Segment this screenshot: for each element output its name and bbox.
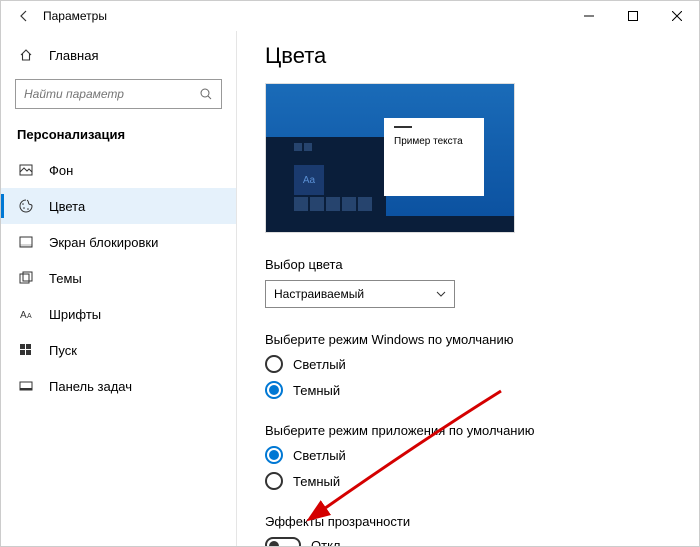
sidebar-item-fonts[interactable]: AA Шрифты — [1, 296, 236, 332]
radio-label: Светлый — [293, 357, 346, 372]
windows-mode-dark-radio[interactable]: Темный — [265, 381, 671, 399]
app-mode-dark-radio[interactable]: Темный — [265, 472, 671, 490]
sample-text-window: Пример текста — [384, 118, 484, 196]
sidebar-item-label: Фон — [49, 163, 73, 178]
color-choice-dropdown[interactable]: Настраиваемый — [265, 280, 455, 308]
radio-label: Светлый — [293, 448, 346, 463]
svg-text:A: A — [27, 313, 32, 320]
sidebar-item-label: Панель задач — [49, 379, 132, 394]
sidebar: Главная Персонализация Фон Цвета Экран б… — [1, 31, 237, 546]
sidebar-item-lockscreen[interactable]: Экран блокировки — [1, 224, 236, 260]
windows-mode-label: Выберите режим Windows по умолчанию — [265, 332, 671, 347]
sidebar-item-label: Шрифты — [49, 307, 101, 322]
page-heading: Цвета — [265, 43, 671, 69]
home-label: Главная — [49, 48, 98, 63]
transparency-toggle[interactable] — [265, 537, 301, 546]
transparency-state: Откл. — [311, 538, 344, 547]
home-link[interactable]: Главная — [1, 37, 236, 73]
radio-icon — [265, 472, 283, 490]
color-choice-label: Выбор цвета — [265, 257, 671, 272]
sidebar-item-themes[interactable]: Темы — [1, 260, 236, 296]
sample-text: Пример текста — [394, 136, 463, 147]
chevron-down-icon — [436, 289, 446, 299]
maximize-button[interactable] — [611, 1, 655, 31]
sidebar-item-taskbar[interactable]: Панель задач — [1, 368, 236, 404]
home-icon — [17, 48, 35, 62]
fonts-icon: AA — [17, 307, 35, 321]
taskbar-icon — [17, 379, 35, 393]
search-input[interactable] — [24, 87, 199, 101]
windows-mode-light-radio[interactable]: Светлый — [265, 355, 671, 373]
window-title: Параметры — [43, 9, 107, 23]
sidebar-item-colors[interactable]: Цвета — [1, 188, 236, 224]
color-preview: Aa Пример текста — [265, 83, 515, 233]
radio-label: Темный — [293, 474, 340, 489]
themes-icon — [17, 271, 35, 285]
radio-icon — [265, 355, 283, 373]
start-icon — [17, 343, 35, 357]
radio-icon — [265, 446, 283, 464]
sidebar-item-start[interactable]: Пуск — [1, 332, 236, 368]
section-title: Персонализация — [1, 121, 236, 152]
search-input-container[interactable] — [15, 79, 222, 109]
preview-aa-tile: Aa — [294, 165, 324, 195]
radio-label: Темный — [293, 383, 340, 398]
minimize-button[interactable] — [567, 1, 611, 31]
transparency-label: Эффекты прозрачности — [265, 514, 671, 529]
dropdown-value: Настраиваемый — [274, 287, 364, 301]
sidebar-item-label: Пуск — [49, 343, 77, 358]
app-mode-label: Выберите режим приложения по умолчанию — [265, 423, 671, 438]
back-button[interactable] — [9, 1, 39, 31]
sidebar-item-background[interactable]: Фон — [1, 152, 236, 188]
radio-icon — [265, 381, 283, 399]
app-mode-light-radio[interactable]: Светлый — [265, 446, 671, 464]
close-button[interactable] — [655, 1, 699, 31]
palette-icon — [17, 199, 35, 213]
sidebar-item-label: Экран блокировки — [49, 235, 158, 250]
svg-text:A: A — [20, 310, 27, 321]
lockscreen-icon — [17, 235, 35, 249]
sidebar-item-label: Цвета — [49, 199, 85, 214]
content-area: Цвета Aa П — [237, 31, 699, 546]
search-icon — [199, 87, 213, 101]
sidebar-item-label: Темы — [49, 271, 82, 286]
picture-icon — [17, 163, 35, 177]
